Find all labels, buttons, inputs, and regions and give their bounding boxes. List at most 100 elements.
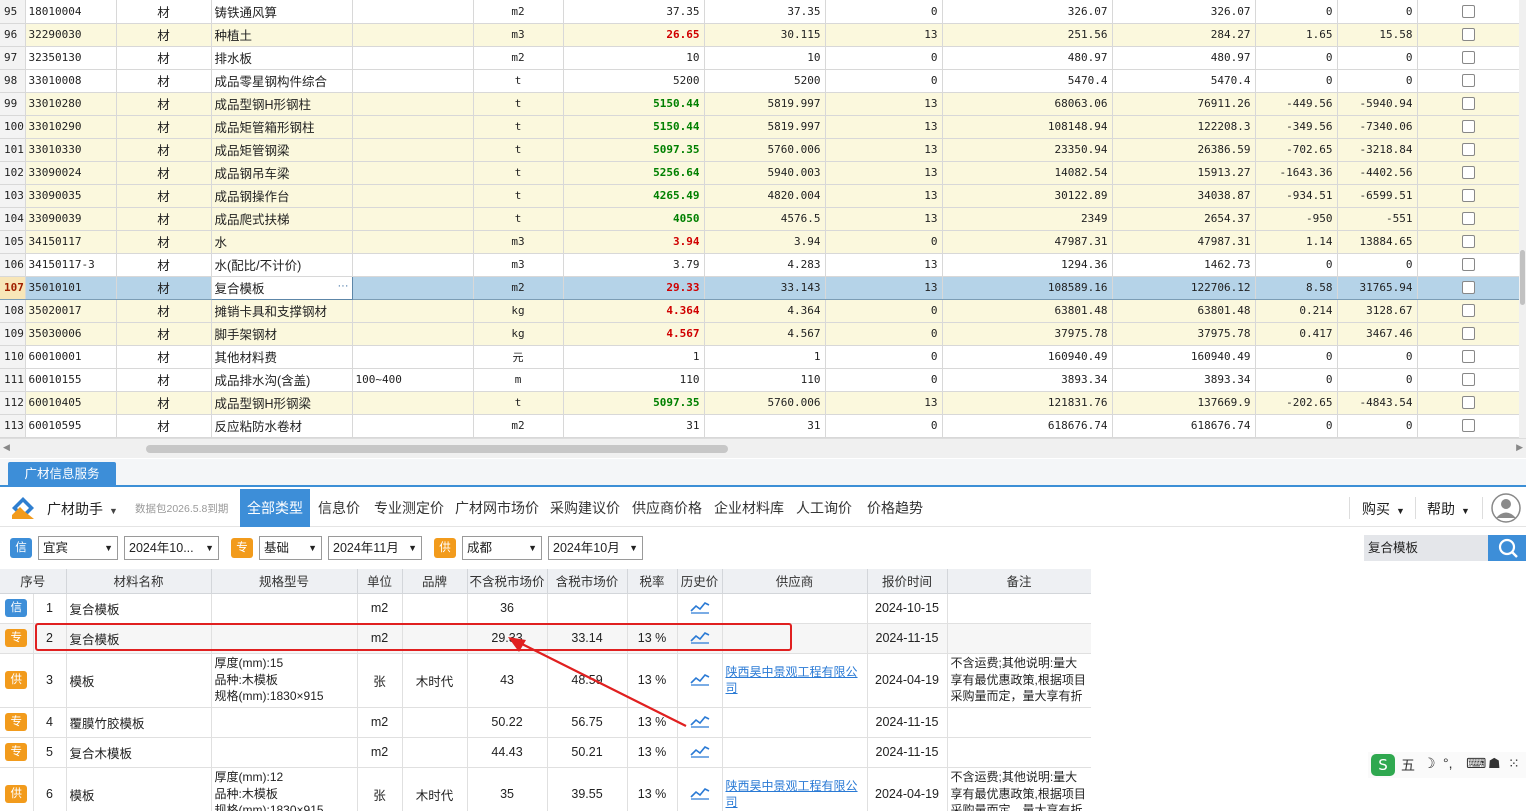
type-cell[interactable]: 材 [116,322,212,346]
price-diff-cell[interactable]: 1.14 [1255,230,1338,254]
tax-total-cell[interactable]: 480.97 [1112,46,1256,70]
tax-rate-cell[interactable]: 13 [825,161,943,185]
price-row[interactable]: 专 4 覆膜竹胶模板 m2 50.22 56.75 13 % 2024-11-15 [0,707,1091,738]
row-checkbox[interactable] [1461,5,1475,18]
tax-total-cell[interactable]: 122706.12 [1112,275,1256,300]
name-cell[interactable]: 成品矩管钢梁 [211,138,353,162]
diff-total-cell[interactable]: 0 [1337,368,1418,392]
row-number-cell[interactable]: 108 [0,299,26,323]
row-number-cell[interactable]: 111 [0,368,26,392]
tax-total-cell[interactable]: 284.27 [1112,23,1256,47]
code-cell[interactable]: 60010155 [25,368,117,392]
price-diff-cell[interactable]: 0 [1255,253,1338,277]
row-checkbox[interactable] [1461,281,1475,295]
price-diff-cell[interactable]: 1.65 [1255,23,1338,47]
column-header[interactable]: 备注 [947,569,1091,594]
tax-total-cell[interactable]: 15913.27 [1112,161,1256,185]
row-checkbox[interactable] [1461,258,1475,272]
name-cell[interactable]: 成品钢操作台 [211,184,353,208]
tax-total-cell[interactable]: 34038.87 [1112,184,1256,208]
spec-cell[interactable] [352,207,474,231]
price-diff-cell[interactable]: -202.65 [1255,391,1338,415]
price-cell[interactable]: 29.33 [563,275,705,300]
total-cell[interactable]: 23350.94 [942,138,1113,162]
tax-total-cell[interactable]: 37975.78 [1112,322,1256,346]
type-cell[interactable]: 材 [116,92,212,116]
price-diff-cell[interactable]: 0 [1255,0,1338,24]
price-cell[interactable]: 10 [563,46,705,70]
more-icon[interactable]: ··· [338,280,349,292]
code-cell[interactable]: 35020017 [25,299,117,323]
grid-row[interactable]: 107 35010101 材 复合模板 ··· m2 29.33 33.143 13 108589… [0,275,1519,300]
row-number-cell[interactable]: 105 [0,230,26,254]
column-header[interactable]: 规格型号 [211,569,358,594]
row-checkbox[interactable] [1461,120,1475,134]
tax-total-cell[interactable]: 122208.3 [1112,115,1256,139]
nav-tab[interactable]: 供应商价格 [625,489,709,527]
price-cell[interactable]: 26.65 [563,23,705,47]
grid-row[interactable]: 111 60010155 材 成品排水沟(含盖) 100~400 m 110 110 0 3893… [0,368,1519,392]
diff-total-cell[interactable]: -4843.54 [1337,391,1418,415]
grid-row[interactable]: 99 33010280 材 成品型钢H形钢柱 t 5150.44 5819.997 13 680… [0,92,1519,116]
name-cell[interactable]: 成品型钢H形钢柱 [211,92,353,116]
total-cell[interactable]: 30122.89 [942,184,1113,208]
row-checkbox[interactable] [1461,51,1475,65]
code-cell[interactable]: 33090024 [25,161,117,185]
nav-tab[interactable]: 信息价 [311,489,367,527]
tax-price-cell[interactable]: 5760.006 [704,138,826,162]
type-cell[interactable]: 材 [116,414,212,438]
assistant-menu[interactable]: 广材助手 ▼ [47,499,118,519]
row-checkbox[interactable] [1461,373,1475,387]
column-header[interactable]: 不含税市场价 [467,569,548,594]
name-cell[interactable]: 成品型钢H形钢梁 [211,391,353,415]
tax-price-cell[interactable]: 3.94 [704,230,826,254]
type-cell[interactable]: 材 [116,253,212,277]
spec-cell[interactable] [352,345,474,369]
diff-total-cell[interactable]: -3218.84 [1337,138,1418,162]
grid-row[interactable]: 105 34150117 材 水 m3 3.94 3.94 0 47987.31 47987.31… [0,230,1519,254]
name-cell[interactable]: 其他材料费 [211,345,353,369]
code-cell[interactable]: 33010330 [25,138,117,162]
tax-rate-cell[interactable]: 0 [825,345,943,369]
price-diff-cell[interactable]: 0.214 [1255,299,1338,323]
row-checkbox[interactable] [1461,304,1475,318]
tab-material-info-service[interactable]: 广材信息服务 [8,462,116,487]
grid-row[interactable]: 103 33090035 材 成品钢操作台 t 4265.49 4820.004 13 3012… [0,184,1519,208]
tax-price-cell[interactable]: 110 [704,368,826,392]
user-avatar-icon[interactable] [1491,493,1521,523]
type-cell[interactable]: 材 [116,345,212,369]
grid-row[interactable]: 106 34150117-3 材 水(配比/不计价) m3 3.79 4.283 13 1294… [0,253,1519,277]
column-header[interactable]: 单位 [357,569,403,594]
price-diff-cell[interactable]: 0 [1255,69,1338,93]
tax-total-cell[interactable]: 26386.59 [1112,138,1256,162]
history-price-cell[interactable] [677,623,723,654]
name-cell[interactable]: 脚手架钢材 [211,322,353,346]
type-cell[interactable]: 材 [116,138,212,162]
type-cell[interactable]: 材 [116,0,212,24]
type-cell[interactable]: 材 [116,115,212,139]
total-cell[interactable]: 1294.36 [942,253,1113,277]
tax-price-cell[interactable]: 4576.5 [704,207,826,231]
column-header[interactable]: 历史价 [677,569,723,594]
row-checkbox[interactable] [1461,97,1475,111]
price-row[interactable]: 供 3 模板 厚度(mm):15 品种:木模板 规格(mm):1830×915 张木时代 43… [0,653,1091,708]
nav-tab[interactable]: 价格趋势 [860,489,930,527]
tax-price-cell[interactable]: 31 [704,414,826,438]
unit-cell[interactable]: m2 [473,414,564,438]
unit-cell[interactable]: t [473,69,564,93]
diff-total-cell[interactable]: 0 [1337,345,1418,369]
tax-total-cell[interactable]: 137669.9 [1112,391,1256,415]
row-number-cell[interactable]: 102 [0,161,26,185]
tax-total-cell[interactable]: 3893.34 [1112,368,1256,392]
type-cell[interactable]: 材 [116,23,212,47]
column-header[interactable]: 材料名称 [66,569,212,594]
type-cell[interactable]: 材 [116,184,212,208]
grid-row[interactable]: 109 35030006 材 脚手架钢材 kg 4.567 4.567 0 37975.78 37… [0,322,1519,346]
tax-rate-cell[interactable]: 13 [825,92,943,116]
diff-total-cell[interactable]: 15.58 [1337,23,1418,47]
code-cell[interactable]: 60010595 [25,414,117,438]
history-price-cell[interactable] [677,737,723,768]
code-cell[interactable]: 18010004 [25,0,117,24]
spec-cell[interactable] [352,414,474,438]
name-cell[interactable]: 水(配比/不计价) [211,253,353,277]
